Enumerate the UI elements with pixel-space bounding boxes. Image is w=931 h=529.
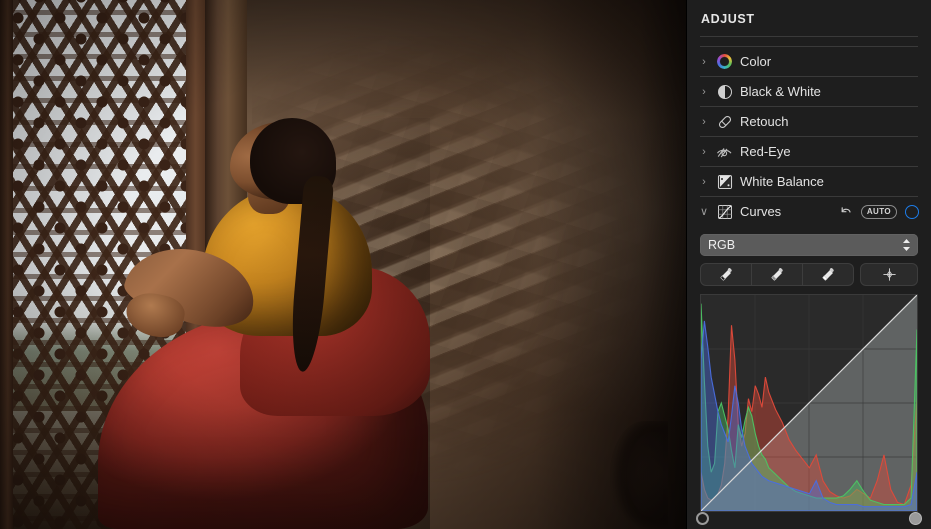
chevron-right-icon[interactable]: › (699, 176, 709, 188)
curve-endpoint-handles (696, 512, 922, 528)
white-point-handle[interactable] (909, 512, 922, 525)
sidebar-item-label: Black & White (740, 84, 821, 99)
wall-right-shade (536, 0, 686, 529)
sidebar-item-red-eye[interactable]: › Red-Eye (699, 137, 919, 166)
panel-title: ADJUST (701, 12, 755, 26)
sidebar-item-retouch[interactable]: › Retouch (699, 107, 919, 136)
sidebar-item-color[interactable]: › Color (699, 47, 919, 76)
photo-editor-window: ADJUST › Color › Black & White › Retouch… (0, 0, 931, 529)
auto-button[interactable]: AUTO (860, 204, 897, 219)
gray-point-eyedropper[interactable] (752, 264, 803, 285)
white-balance-icon (716, 173, 733, 190)
undo-arrow-icon[interactable] (839, 205, 853, 219)
curves-graph-container[interactable] (696, 294, 922, 528)
half-circle-icon (716, 83, 733, 100)
eyedropper-group (700, 263, 854, 286)
chevron-down-icon[interactable]: ∨ (699, 205, 709, 218)
sidebar-item-white-balance[interactable]: › White Balance (699, 167, 919, 196)
black-point-handle[interactable] (696, 512, 709, 525)
channel-select-value: RGB (708, 238, 736, 252)
sidebar-item-label: Red-Eye (740, 144, 791, 159)
sidebar-item-curves[interactable]: ∨ Curves AUTO (699, 197, 919, 226)
add-point-tool[interactable] (860, 263, 918, 286)
photo-viewer[interactable] (0, 0, 686, 529)
eye-slash-icon (716, 143, 733, 160)
chevron-right-icon[interactable]: › (699, 146, 709, 158)
adjust-panel: ADJUST › Color › Black & White › Retouch… (686, 0, 931, 529)
histogram-svg[interactable] (701, 295, 917, 511)
curves-header-actions: AUTO (839, 204, 919, 219)
curves-histogram-graph[interactable] (700, 294, 918, 512)
black-point-eyedropper[interactable] (701, 264, 752, 285)
color-ring-icon (716, 53, 733, 70)
bandage-icon (716, 113, 733, 130)
window-frame-left (0, 0, 13, 529)
white-point-eyedropper[interactable] (803, 264, 853, 285)
curves-tool-bar (700, 263, 918, 286)
curves-enable-toggle[interactable] (905, 204, 919, 219)
channel-select[interactable]: RGB (700, 234, 918, 256)
sidebar-item-black-and-white[interactable]: › Black & White (699, 77, 919, 106)
sidebar-item-label: White Balance (740, 174, 824, 189)
crosshair-icon (882, 268, 896, 281)
chevron-right-icon[interactable]: › (699, 116, 709, 128)
sidebar-item-label: Curves (740, 204, 782, 219)
sidebar-item-label: Retouch (740, 114, 789, 129)
chevron-right-icon[interactable]: › (699, 86, 709, 98)
sidebar-item-label: Color (740, 54, 772, 69)
stepper-arrows-icon[interactable] (902, 238, 911, 252)
curves-grid-icon (716, 203, 733, 220)
seated-woman-figure (90, 118, 430, 529)
photo-preview (0, 0, 686, 529)
chevron-right-icon[interactable]: › (699, 56, 709, 68)
